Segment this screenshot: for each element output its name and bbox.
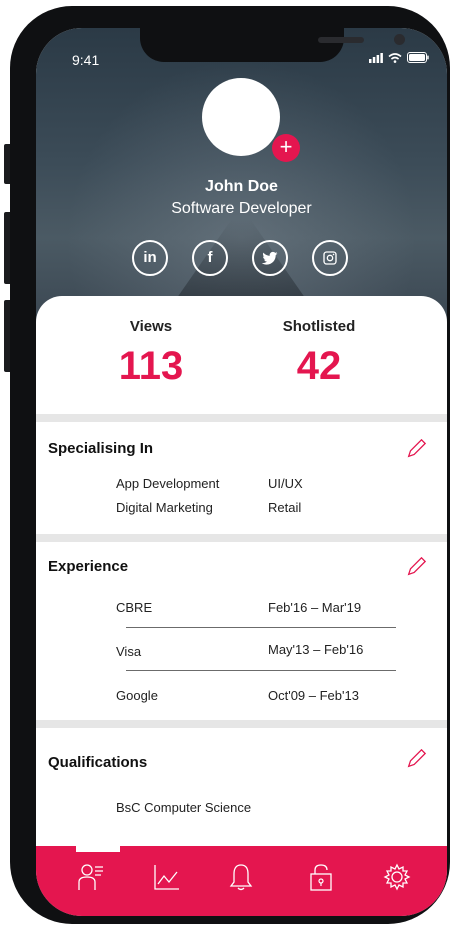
specialisation-item: Digital Marketing <box>116 500 213 515</box>
experience-period: Feb'16 – Mar'19 <box>268 600 362 615</box>
experience-card: Experience CBRE Feb'16 – Mar'19 Visa May… <box>36 542 447 720</box>
phone-frame: 9:41 + John Doe Software Developer in f … <box>4 6 450 924</box>
specialisation-item: App Development <box>116 476 220 491</box>
profile-name: John Doe <box>205 178 278 195</box>
social-links: in f <box>132 240 348 276</box>
section-title: Specialising In <box>48 440 154 457</box>
stats-card: Views 113 Shotlisted 42 <box>36 296 447 414</box>
experience-company: CBRE <box>116 600 153 615</box>
edit-icon[interactable] <box>405 748 427 770</box>
notch <box>140 28 405 62</box>
battery-icon <box>407 52 429 63</box>
views-value: 113 <box>118 344 184 388</box>
edit-icon[interactable] <box>405 438 427 460</box>
add-photo-button[interactable]: + <box>272 134 300 162</box>
divider <box>126 670 396 671</box>
bell-icon[interactable] <box>226 862 256 892</box>
lock-icon[interactable] <box>306 862 336 892</box>
qualifications-card: Qualifications BsC Computer Science <box>36 728 447 848</box>
experience-company: Google <box>116 688 158 703</box>
facebook-icon[interactable]: f <box>192 240 228 276</box>
profile-role: Software Developer <box>171 200 312 217</box>
camera <box>394 34 405 45</box>
views-label: Views <box>129 318 173 335</box>
twitter-icon[interactable] <box>252 240 288 276</box>
experience-period: Oct'09 – Feb'13 <box>268 688 359 703</box>
avatar[interactable] <box>202 78 280 156</box>
shortlisted-value: 42 <box>296 344 342 388</box>
experience-period: May'13 – Feb'16 <box>268 642 364 657</box>
wifi-icon <box>388 52 402 63</box>
signal-icon <box>369 52 383 63</box>
active-tab-indicator <box>76 846 120 852</box>
section-title: Qualifications <box>48 754 148 771</box>
specialising-card: Specialising In App Development UI/UX Di… <box>36 422 447 534</box>
settings-icon[interactable] <box>382 862 412 892</box>
side-button <box>4 300 10 372</box>
specialisation-item: UI/UX <box>268 476 303 491</box>
experience-company: Visa <box>116 644 142 659</box>
side-button <box>4 212 10 284</box>
phone-screen: 9:41 + John Doe Software Developer in f … <box>36 28 447 916</box>
profile-header: 9:41 + John Doe Software Developer in f <box>36 28 447 328</box>
edit-icon[interactable] <box>405 556 427 578</box>
specialisation-item: Retail <box>268 500 302 515</box>
analytics-icon[interactable] <box>152 862 182 892</box>
speaker <box>318 37 364 43</box>
section-title: Experience <box>48 558 129 575</box>
shortlisted-label: Shotlisted <box>282 318 356 335</box>
linkedin-icon[interactable]: in <box>132 240 168 276</box>
status-time: 9:41 <box>72 52 100 68</box>
qualification-item: BsC Computer Science <box>116 800 252 815</box>
profile-icon[interactable] <box>76 862 106 892</box>
bottom-nav <box>36 846 447 916</box>
instagram-icon[interactable] <box>312 240 348 276</box>
divider <box>126 627 396 628</box>
side-button <box>4 144 10 184</box>
status-icons <box>369 52 429 63</box>
